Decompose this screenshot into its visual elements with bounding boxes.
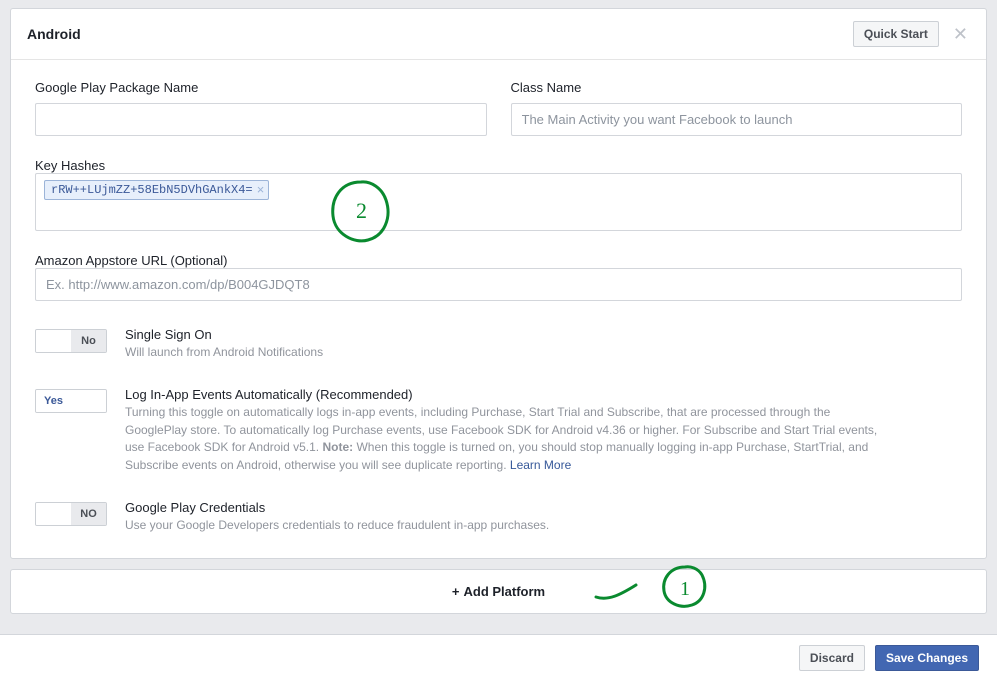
- class-name-input[interactable]: [511, 103, 963, 136]
- plus-icon: +: [452, 584, 460, 599]
- key-hashes-label: Key Hashes: [35, 158, 105, 173]
- log-events-title: Log In-App Events Automatically (Recomme…: [125, 387, 885, 402]
- package-name-input[interactable]: [35, 103, 487, 136]
- package-name-label: Google Play Package Name: [35, 80, 487, 95]
- footer-bar: Discard Save Changes: [0, 634, 997, 681]
- panel-title: Android: [27, 26, 81, 42]
- amazon-url-input[interactable]: [35, 268, 962, 301]
- remove-token-icon[interactable]: ×: [257, 184, 265, 197]
- add-platform-label: Add Platform: [463, 584, 545, 599]
- discard-button[interactable]: Discard: [799, 645, 865, 671]
- log-events-desc: Turning this toggle on automatically log…: [125, 404, 885, 474]
- gp-creds-title: Google Play Credentials: [125, 500, 885, 515]
- sso-desc: Will launch from Android Notifications: [125, 344, 885, 361]
- panel-header: Android Quick Start ✕: [11, 9, 986, 60]
- class-name-label: Class Name: [511, 80, 963, 95]
- save-changes-button[interactable]: Save Changes: [875, 645, 979, 671]
- learn-more-link[interactable]: Learn More: [510, 458, 571, 472]
- gp-creds-toggle-state: NO: [80, 508, 97, 520]
- log-events-toggle-state: Yes: [44, 395, 63, 407]
- android-settings-panel: Android Quick Start ✕ Google Play Packag…: [10, 8, 987, 559]
- gp-creds-toggle[interactable]: NO: [35, 502, 107, 526]
- sso-title: Single Sign On: [125, 327, 885, 342]
- quick-start-button[interactable]: Quick Start: [853, 21, 939, 47]
- add-platform-button[interactable]: +Add Platform: [10, 569, 987, 614]
- sso-toggle[interactable]: No: [35, 329, 107, 353]
- key-hash-token[interactable]: rRW++LUjmZZ+58EbN5DVhGAnkX4= ×: [44, 180, 269, 200]
- log-events-toggle[interactable]: Yes: [35, 389, 107, 413]
- close-icon[interactable]: ✕: [951, 25, 970, 43]
- key-hashes-input[interactable]: rRW++LUjmZZ+58EbN5DVhGAnkX4= ×: [35, 173, 962, 231]
- gp-creds-desc: Use your Google Developers credentials t…: [125, 517, 885, 534]
- key-hash-token-text: rRW++LUjmZZ+58EbN5DVhGAnkX4=: [51, 183, 253, 197]
- sso-toggle-state: No: [81, 335, 96, 347]
- amazon-url-label: Amazon Appstore URL (Optional): [35, 253, 227, 268]
